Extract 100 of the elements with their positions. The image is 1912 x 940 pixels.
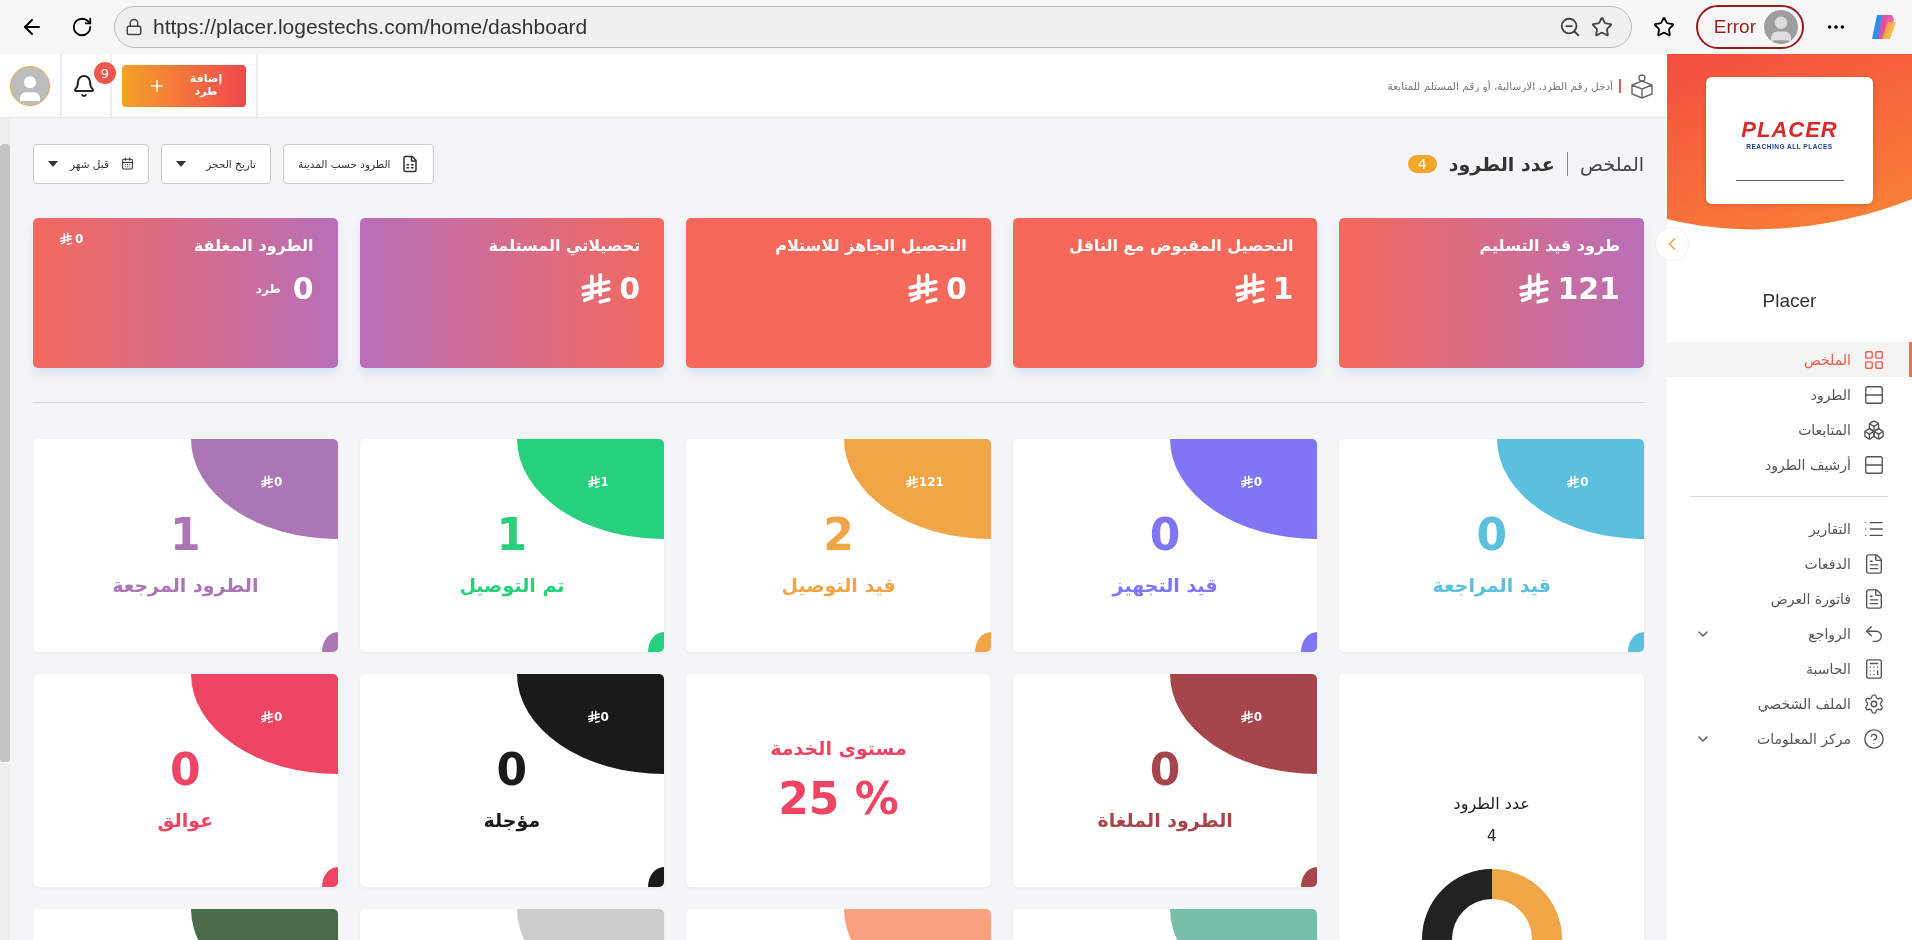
notification-badge: 9 [94,62,116,84]
corner-tail [1628,632,1644,652]
corner-tail [648,867,665,887]
scrollbar-thumb[interactable] [0,144,10,762]
boxes-icon [1863,418,1885,441]
card-value: 121 [1557,271,1620,306]
sidebar-item[interactable]: مركز المعلومات [1667,721,1912,756]
status-label: قيد التجهيز [1112,574,1218,596]
lock-icon [125,18,143,36]
card-title: التحصيل الجاهز للاستلام [775,236,967,255]
chart-title: عدد الطرود [1453,794,1530,813]
calendar-icon [121,157,134,170]
count-text: 0 [1149,509,1181,560]
help-icon [1863,727,1885,750]
amount-text: 0 [273,710,283,724]
sidebar-item[interactable]: الملف الشخصي [1667,686,1912,721]
document-icon [1863,587,1885,610]
sidebar-item[interactable]: أرشيف الطرود [1667,447,1912,482]
amount-text: 0 [1580,475,1589,489]
spreadsheet-icon [400,154,419,173]
currency-icon [1239,710,1254,724]
card-title: تحصيلاتي المستلمة [488,236,641,255]
rows-icon [1863,383,1885,406]
card-value: 1 [1272,271,1294,306]
currency-icon [259,710,274,724]
avatar-icon [1764,10,1798,44]
sidebar-item[interactable]: الرواجع [1667,616,1912,651]
card-title: الطرود المغلقة [193,236,314,255]
caret-icon [176,160,186,167]
corner-tail [648,632,665,652]
rows-icon [1863,453,1885,476]
count-text: 0 [1476,509,1507,560]
corner-tail [321,867,338,887]
card-title: التحصيل المقبوض مع الناقل [1069,236,1294,255]
corner-tail [1301,867,1318,887]
calculator-icon [1863,657,1885,680]
period-dropdown[interactable]: قبل شهر [33,143,149,184]
reload-icon[interactable] [71,16,93,38]
currency-icon [1239,475,1254,489]
sidebar-item[interactable]: المتابعات [1667,412,1912,447]
export-button[interactable]: الطرود حسب المدينة [283,143,434,184]
card-value: 0 [619,271,641,306]
address-bar[interactable]: https://placer.logestechs.com/home/dashboard [114,6,1632,48]
count-text: 1 [170,509,201,560]
amount-text: 0 [75,232,84,246]
currency-icon [905,271,940,306]
document-icon [1863,552,1885,575]
logo-text: PLACER [1741,116,1838,143]
sidebar-item[interactable]: التقارير [1667,511,1912,546]
card-value: 0 [292,271,314,306]
status-label: مؤجلة [483,809,541,831]
currency-icon [586,475,601,489]
count-text: 0 [496,744,528,795]
currency-icon [1517,271,1552,306]
date-type-dropdown[interactable]: تاريخ الحجز [161,143,271,184]
currency-icon [904,475,919,489]
currency-icon [59,232,73,246]
sidebar-item[interactable]: الدفعات [1667,546,1912,581]
settings-icon [1863,692,1885,715]
amount-text: 0 [1253,710,1263,724]
parcel-location-icon [1629,72,1655,99]
status-label: مستوى الخدمة [770,737,907,759]
amount-text: 1 [600,475,609,489]
brand-name: Placer [1761,290,1818,312]
zoom-out-icon[interactable] [1558,16,1581,38]
unit-text: طرد [255,281,281,296]
sidebar-item[interactable]: الطرود [1667,377,1912,412]
corner-tail [321,632,338,652]
amount-text: 0 [273,475,283,489]
status-label: عوالق [157,809,214,831]
currency-icon [259,475,274,489]
amount-text: 121 [918,475,944,489]
corner-tail [974,632,991,652]
grid-icon [1863,348,1885,371]
currency-icon [1232,271,1267,306]
chart-count: 4 [1486,827,1497,845]
page-title: الملخص [1580,152,1644,175]
count-text: 1 [496,509,528,560]
count-text: 0 [170,744,201,795]
card-title: طرود قيد التسليم [1479,236,1620,255]
card-value: 0 [945,271,967,306]
currency-icon [1566,475,1581,489]
count-text: 2 [823,509,854,560]
status-label: الطرود المرجعة [112,574,259,596]
favorites-icon[interactable] [1652,16,1675,38]
count-badge: 4 [1407,154,1437,173]
amount-text: 0 [600,710,609,724]
corner-tail [1301,632,1318,652]
star-icon[interactable] [1590,16,1613,38]
sidebar-item[interactable]: الحاسبة [1667,651,1912,686]
profile-button[interactable]: Error [1695,5,1804,49]
currency-icon [586,710,601,724]
percent-text: 25 % [778,773,899,824]
status-label: تم التوصيل [459,574,565,596]
notification-bell-icon[interactable] [72,73,96,98]
count-text: 0 [1149,744,1181,795]
status-label: الطرود الملغاة [1097,809,1233,831]
caret-icon [48,160,58,167]
parcel-count-label: عدد الطرود [1448,152,1555,175]
sidebar-item[interactable]: فاتورة العرض [1667,581,1912,616]
